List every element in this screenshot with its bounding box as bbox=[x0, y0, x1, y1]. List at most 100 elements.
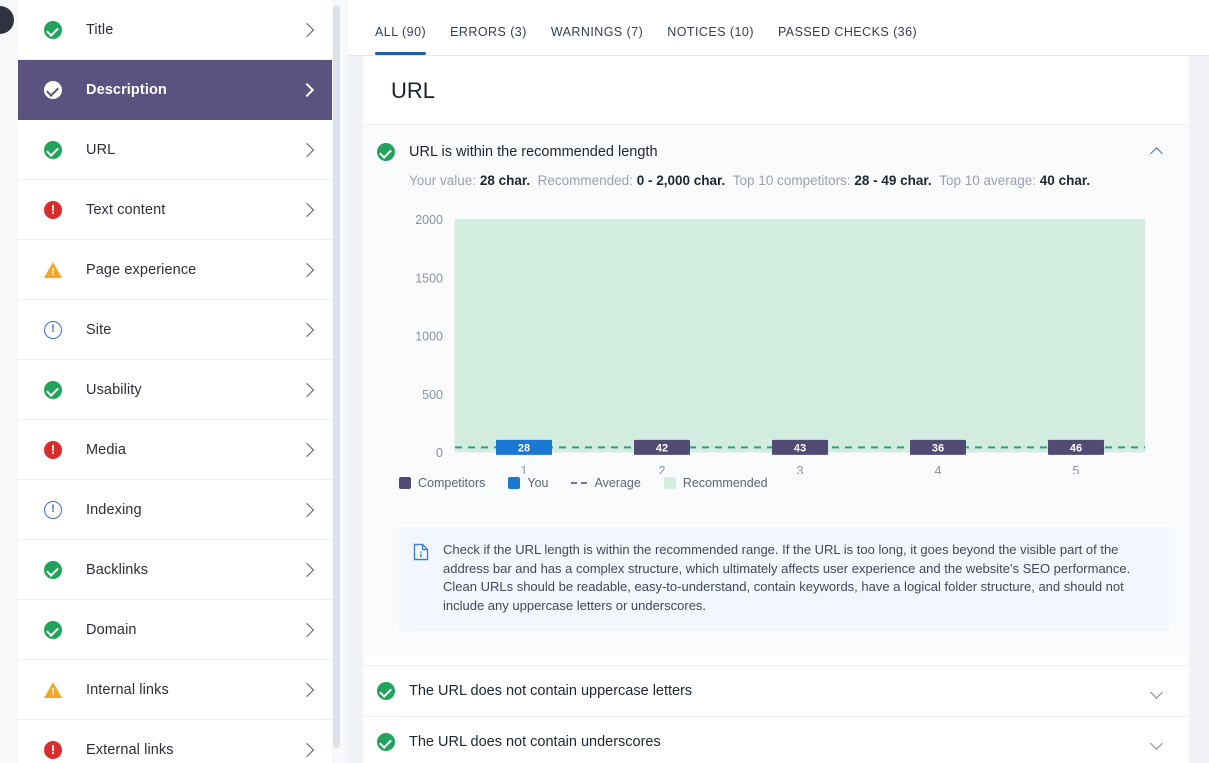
sidebar-item-page-experience[interactable]: Page experience bbox=[18, 240, 332, 300]
tab-notices[interactable]: NOTICES (10) bbox=[655, 25, 766, 55]
legend-label: Average bbox=[594, 476, 641, 490]
chevron-right-icon bbox=[299, 82, 315, 97]
sidebar-item-label: URL bbox=[86, 141, 116, 158]
legend-item[interactable]: Recommended bbox=[663, 476, 768, 490]
legend-item[interactable]: You bbox=[508, 476, 548, 490]
collapsed-check-row[interactable]: The URL does not contain uppercase lette… bbox=[363, 665, 1189, 716]
chart-y-axis: 0 500 1000 1500 2000 bbox=[415, 213, 443, 460]
app-root: Title Description URL Text content Page expe… bbox=[0, 0, 1209, 763]
tab-all[interactable]: ALL (90) bbox=[363, 25, 438, 55]
chart-bar-value: 42 bbox=[656, 442, 668, 454]
status-ok-icon bbox=[44, 20, 62, 39]
chart-bar-value: 36 bbox=[932, 442, 944, 454]
chevron-right-icon bbox=[299, 682, 315, 697]
chevron-right-icon bbox=[299, 562, 315, 577]
metric-item: Top 10 average: 40 char. bbox=[939, 173, 1097, 188]
sidebar: Title Description URL Text content Page expe… bbox=[0, 0, 348, 763]
check-title: The URL does not contain uppercase lette… bbox=[409, 683, 693, 699]
check-info-text: Check if the URL length is within the re… bbox=[443, 542, 1131, 613]
sidebar-item-label: Page experience bbox=[86, 261, 197, 278]
check-title: URL is within the recommended length bbox=[409, 144, 658, 160]
check-status-ok-icon bbox=[377, 733, 395, 751]
chevron-right-icon bbox=[299, 322, 315, 337]
legend-dash-icon bbox=[571, 482, 588, 484]
sidebar-item-indexing[interactable]: Indexing bbox=[18, 480, 332, 540]
chevron-down-icon[interactable] bbox=[1150, 686, 1163, 699]
chart-bar-value: 46 bbox=[1070, 442, 1082, 454]
metric-item: Top 10 competitors: 28 - 49 char. bbox=[733, 173, 939, 188]
metric-value: 40 char. bbox=[1039, 173, 1091, 188]
sidebar-item-media[interactable]: Media bbox=[18, 420, 332, 480]
chart-bar-value: 28 bbox=[518, 442, 530, 454]
sidebar-item-label: Internal links bbox=[86, 681, 169, 698]
sidebar-item-label: Text content bbox=[86, 201, 166, 218]
metric-value: 28 - 49 char. bbox=[854, 173, 932, 188]
document-info-icon bbox=[413, 543, 429, 615]
x-tick-label: 4 bbox=[935, 464, 942, 474]
url-length-chart: 0 500 1000 1500 2000 28 42 43 36 46 1 2 3 4 5 Compet… bbox=[363, 209, 1189, 509]
chevron-right-icon bbox=[299, 742, 315, 757]
sidebar-item-label: Title bbox=[86, 21, 114, 38]
status-err-icon bbox=[44, 740, 62, 759]
status-ok-icon bbox=[44, 140, 62, 159]
x-tick-label: 3 bbox=[797, 464, 804, 474]
sidebar-item-site[interactable]: Site bbox=[18, 300, 332, 360]
legend-item[interactable]: Competitors bbox=[399, 476, 485, 490]
sidebar-item-external-links[interactable]: External links bbox=[18, 720, 332, 763]
main-content: ALL (90) ERRORS (3) WARNINGS (7) NOTICES (1… bbox=[348, 0, 1209, 763]
sidebar-item-label: Backlinks bbox=[86, 561, 149, 578]
tab-warnings[interactable]: WARNINGS (7) bbox=[539, 25, 655, 55]
sidebar-item-domain[interactable]: Domain bbox=[18, 600, 332, 660]
y-tick-label: 1500 bbox=[415, 271, 443, 285]
metric-item: Recommended: 0 - 2,000 char. bbox=[538, 173, 733, 188]
chevron-down-icon[interactable] bbox=[1150, 737, 1163, 750]
legend-swatch-icon bbox=[663, 477, 676, 489]
section-divider bbox=[363, 655, 1189, 665]
page-title: URL bbox=[391, 78, 436, 103]
status-ok-icon bbox=[44, 560, 62, 579]
chevron-right-icon bbox=[299, 262, 315, 277]
chevron-right-icon bbox=[299, 502, 315, 517]
sidebar-item-text-content[interactable]: Text content bbox=[18, 180, 332, 240]
sidebar-item-description[interactable]: Description bbox=[18, 60, 332, 120]
y-tick-label: 500 bbox=[422, 388, 443, 402]
chevron-right-icon bbox=[299, 22, 315, 37]
sidebar-item-label: Media bbox=[86, 441, 126, 458]
sidebar-item-label: Site bbox=[86, 321, 112, 338]
metric-label: Your value: bbox=[409, 173, 477, 188]
collapsed-check-list: The URL does not contain uppercase lette… bbox=[363, 665, 1189, 763]
chevron-right-icon bbox=[299, 442, 315, 457]
sidebar-item-title[interactable]: Title bbox=[18, 0, 332, 60]
chevron-right-icon bbox=[299, 202, 315, 217]
status-ok-icon bbox=[44, 380, 62, 399]
sidebar-scrollbar[interactable] bbox=[333, 6, 340, 748]
check-status-ok-icon bbox=[377, 143, 395, 161]
metric-value: 0 - 2,000 char. bbox=[636, 173, 726, 188]
check-metrics: Your value: 28 char. Recommended: 0 - 2,… bbox=[363, 161, 1189, 191]
sidebar-item-backlinks[interactable]: Backlinks bbox=[18, 540, 332, 600]
legend-label: You bbox=[527, 476, 549, 490]
tab-passed[interactable]: PASSED CHECKS (36) bbox=[766, 25, 929, 55]
sidebar-item-usability[interactable]: Usability bbox=[18, 360, 332, 420]
collapsed-check-row[interactable]: The URL does not contain underscores bbox=[363, 716, 1189, 763]
sidebar-item-label: External links bbox=[86, 741, 174, 758]
legend-item[interactable]: Average bbox=[571, 476, 641, 490]
status-warn-icon bbox=[44, 681, 62, 699]
chevron-up-icon[interactable] bbox=[1150, 147, 1163, 160]
tab-errors[interactable]: ERRORS (3) bbox=[438, 25, 539, 55]
sidebar-item-label: Indexing bbox=[86, 501, 142, 518]
sidebar-item-internal-links[interactable]: Internal links bbox=[18, 660, 332, 720]
chart-recommended-band bbox=[455, 219, 1145, 452]
status-okw-icon bbox=[44, 80, 62, 99]
sidebar-item-url[interactable]: URL bbox=[18, 120, 332, 180]
status-err-icon bbox=[44, 200, 62, 219]
sidebar-item-label: Usability bbox=[86, 381, 142, 398]
legend-label: Recommended bbox=[682, 476, 768, 490]
status-note-icon bbox=[44, 320, 62, 339]
status-note-icon bbox=[44, 500, 62, 519]
check-status-ok-icon bbox=[377, 682, 395, 700]
check-header[interactable]: URL is within the recommended length bbox=[363, 125, 1189, 161]
check-block-expanded: URL is within the recommended length You… bbox=[363, 124, 1189, 655]
metric-label: Top 10 average: bbox=[939, 173, 1037, 188]
